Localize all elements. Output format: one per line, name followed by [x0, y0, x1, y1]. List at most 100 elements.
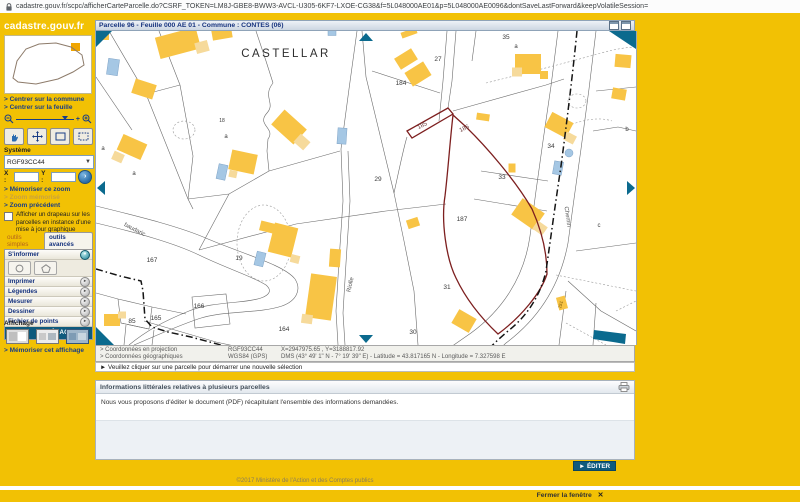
- map-building: [405, 216, 421, 230]
- pan-top-right-icon: [609, 31, 636, 49]
- zoom-slider[interactable]: +: [4, 113, 92, 125]
- expand-circle-icon[interactable]: ▸: [80, 286, 90, 297]
- editer-button[interactable]: ► ÉDITER: [573, 461, 617, 471]
- copyright-text: ©2017 Ministère de l'Action et des Compt…: [236, 478, 374, 484]
- move-tool-button[interactable]: [27, 128, 47, 145]
- y-coordinate-input[interactable]: [51, 171, 77, 182]
- expand-circle-icon[interactable]: ▸: [80, 306, 90, 317]
- system-select-value: RGF93CC44: [7, 158, 45, 166]
- coord-geo-value: DMS (43° 49' 1" N - 7° 19' 39" E) - Lati…: [281, 354, 506, 360]
- map-label: a: [514, 44, 518, 50]
- overview-minimap[interactable]: [4, 35, 92, 94]
- info-panel-text: Nous vous proposons d'éditer le document…: [96, 394, 634, 421]
- section-sinformer[interactable]: S'informer ▾: [5, 249, 92, 260]
- pan-hand-tool-button[interactable]: [4, 128, 24, 145]
- affichage-thumb-2[interactable]: [36, 329, 59, 344]
- system-label: Système: [4, 147, 31, 154]
- rectangle-icon: [55, 132, 65, 141]
- section-imprimer[interactable]: Imprimer ▸: [5, 276, 92, 287]
- map-building: [131, 78, 157, 100]
- tab-outils-avances[interactable]: outils avancés: [43, 232, 93, 249]
- map-building: [327, 30, 337, 36]
- sinformer-tools: [5, 260, 92, 277]
- map-building: [328, 248, 342, 268]
- pan-top-left-icon: [96, 31, 112, 47]
- section-legendes[interactable]: Légendes ▸: [5, 286, 92, 297]
- map-label: 85: [128, 318, 136, 325]
- collapse-circle-icon[interactable]: ▾: [80, 249, 90, 260]
- map-building: [540, 71, 548, 79]
- map-building: [400, 27, 418, 39]
- pan-left-icon: [97, 181, 105, 195]
- expand-circle-icon[interactable]: ▸: [80, 316, 90, 327]
- labels-layer: CASTELLAR 35 a 27 184 29 34 33 187 31 30 b c 18 a a a 167…: [101, 34, 629, 336]
- link-memoriser-affichage[interactable]: > Mémoriser cet affichage: [4, 347, 84, 354]
- map-building: [614, 53, 632, 69]
- pan-bottom-left-icon: [96, 327, 114, 345]
- map-building: [611, 87, 627, 101]
- section-legendes-label: Légendes: [8, 288, 38, 295]
- section-dessiner-label: Dessiner: [8, 308, 35, 315]
- section-dessiner[interactable]: Dessiner ▸: [5, 306, 92, 317]
- window-maximize-icon[interactable]: [621, 21, 631, 30]
- select-by-polygon-button[interactable]: [34, 261, 57, 275]
- map-title: Parcelle 96 - Feuille 000 AE 01 - Commun…: [99, 22, 284, 29]
- goto-coordinates-button[interactable]: ›: [78, 169, 92, 184]
- map-building: [215, 163, 229, 181]
- map-label: 184: [396, 80, 407, 87]
- coord-geo-label[interactable]: > Coordonnées géographiques: [96, 354, 228, 361]
- map-label: 27: [434, 56, 442, 63]
- map-label: Chemin: [563, 206, 572, 227]
- map-building: [564, 148, 574, 158]
- browser-url-bar[interactable]: cadastre.gouv.fr/scpc/afficherCarteParce…: [0, 0, 800, 14]
- info-panel-title: Informations littérales relatives à plus…: [100, 383, 270, 391]
- map-label: 34: [547, 143, 555, 150]
- expand-circle-icon[interactable]: ▸: [80, 276, 90, 287]
- expand-circle-icon[interactable]: ▸: [80, 296, 90, 307]
- chevron-down-icon: ▼: [85, 159, 91, 165]
- map-building: [305, 273, 337, 321]
- link-zoom-precedent[interactable]: > Zoom précédent: [4, 202, 70, 210]
- zoom-track[interactable]: [16, 115, 74, 120]
- map-label: 33: [498, 174, 506, 181]
- link-center-feuille[interactable]: > Centrer sur la feuille: [4, 104, 94, 112]
- move-arrows-icon: [31, 131, 43, 142]
- pan-down-icon: [359, 335, 373, 343]
- map-label: a: [224, 134, 228, 140]
- affichage-thumb-1[interactable]: [6, 329, 29, 344]
- section-imprimer-label: Imprimer: [8, 278, 35, 285]
- zoom-marker[interactable]: [61, 115, 68, 120]
- map-building: [228, 169, 238, 179]
- section-mesurer[interactable]: Mesurer ▸: [5, 296, 92, 307]
- flag-checkbox[interactable]: [4, 212, 13, 221]
- pan-bottom-right-icon: [593, 330, 626, 344]
- section-sinformer-label: S'informer: [8, 251, 40, 258]
- map-label: 18: [219, 118, 225, 124]
- zoom-plus-label: +: [75, 115, 80, 123]
- map-building: [394, 48, 418, 70]
- cadastral-map[interactable]: CASTELLAR 35 a 27 184 29 34 33 187 31 30 b c 18 a a a 167…: [95, 26, 637, 363]
- map-label: 166: [194, 303, 205, 310]
- parcel-lines: [95, 30, 637, 363]
- map-building: [154, 26, 202, 60]
- link-memoriser-zoom[interactable]: > Mémoriser ce zoom: [4, 186, 70, 194]
- coord-proj-label[interactable]: > Coordonnées en projection: [96, 347, 228, 354]
- system-select[interactable]: RGF93CC44 ▼: [4, 155, 94, 169]
- affichage-thumb-3[interactable]: [66, 329, 89, 344]
- zoom-in-icon[interactable]: [82, 114, 92, 124]
- tab-outils-simples[interactable]: outils simples: [4, 233, 44, 249]
- select-by-circle-button[interactable]: [8, 261, 31, 275]
- map-label: 31: [443, 284, 451, 291]
- x-coordinate-input[interactable]: [14, 171, 40, 182]
- zoom-out-icon[interactable]: [4, 114, 14, 124]
- close-window-link[interactable]: Fermer la fenêtre ✕: [490, 491, 650, 499]
- printer-icon[interactable]: [618, 382, 630, 392]
- dashed-paths: [172, 46, 637, 346]
- map-building: [512, 67, 522, 77]
- map-label: 30: [409, 329, 417, 336]
- link-center-commune[interactable]: > Centrer sur la commune: [4, 96, 94, 104]
- map-label: 29: [374, 176, 382, 183]
- window-restore-icon[interactable]: [609, 21, 619, 30]
- select-extent-tool-button[interactable]: [73, 128, 93, 145]
- zoom-rect-tool-button[interactable]: [50, 128, 70, 145]
